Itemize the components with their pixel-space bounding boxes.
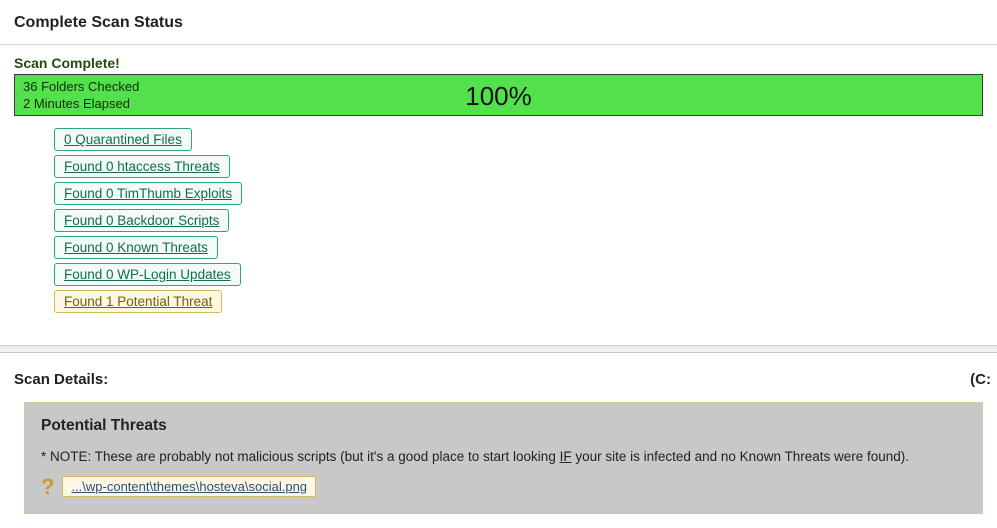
threat-note: * NOTE: These are probably not malicious…	[41, 449, 966, 464]
result-wplogin[interactable]: Found 0 WP-Login Updates	[54, 263, 241, 286]
page-title: Complete Scan Status	[0, 0, 997, 45]
result-quarantined[interactable]: 0 Quarantined Files	[54, 128, 192, 151]
scan-complete-label: Scan Complete!	[14, 55, 983, 71]
question-icon: ?	[41, 477, 54, 497]
section-divider	[0, 345, 997, 353]
result-known-threats[interactable]: Found 0 Known Threats	[54, 236, 218, 259]
potential-threats-title: Potential Threats	[41, 417, 966, 435]
progress-percent: 100%	[15, 75, 982, 115]
drive-label: (C:	[970, 371, 991, 388]
threat-file-link[interactable]: ...\wp-content\themes\hosteva\social.png	[62, 476, 316, 497]
progress-bar: 36 Folders Checked 2 Minutes Elapsed 100…	[14, 74, 983, 116]
threat-item: ? ...\wp-content\themes\hosteva\social.p…	[41, 476, 966, 497]
results-list: 0 Quarantined Files Found 0 htaccess Thr…	[14, 116, 983, 315]
result-timthumb[interactable]: Found 0 TimThumb Exploits	[54, 182, 242, 205]
potential-threats-panel: Potential Threats * NOTE: These are prob…	[24, 402, 983, 514]
scan-details-heading: Scan Details:	[14, 371, 108, 388]
scan-status-block: Scan Complete! 36 Folders Checked 2 Minu…	[0, 45, 997, 327]
result-htaccess[interactable]: Found 0 htaccess Threats	[54, 155, 230, 178]
result-backdoor[interactable]: Found 0 Backdoor Scripts	[54, 209, 229, 232]
result-potential-threat[interactable]: Found 1 Potential Threat	[54, 290, 222, 313]
scan-details-header: Scan Details: (C:	[0, 353, 997, 402]
